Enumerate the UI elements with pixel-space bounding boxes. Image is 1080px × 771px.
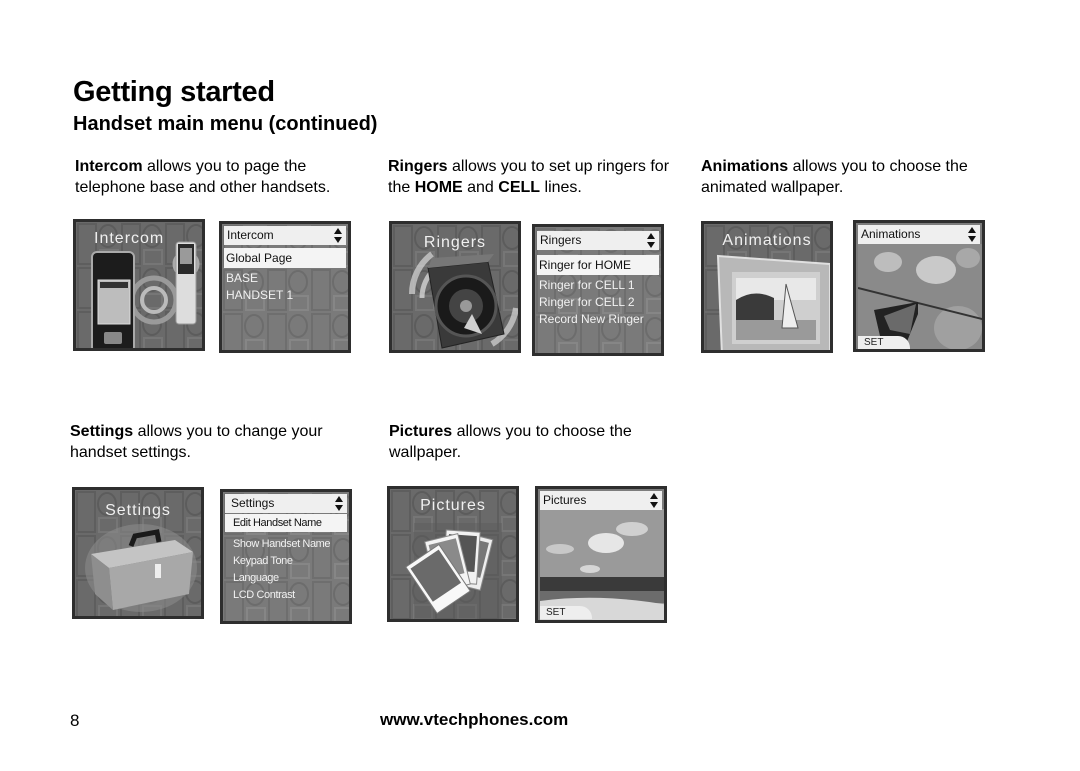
ringers-menu-header: Ringers — [537, 231, 659, 250]
set-softkey[interactable]: SET — [540, 606, 592, 619]
ringers-menu-screen: Ringers Ringer for HOME Ringer for CELL … — [532, 224, 664, 356]
menu-item[interactable]: Record New Ringer — [537, 311, 659, 328]
menu-item[interactable]: Ringer for CELL 2 — [537, 294, 659, 311]
pictures-menu-header: Pictures — [540, 491, 662, 510]
menu-item[interactable]: Ringer for CELL 1 — [537, 277, 659, 294]
menu-title: Intercom — [227, 228, 274, 242]
up-down-arrows-icon[interactable] — [335, 496, 343, 511]
ringers-icon-screen: Ringers — [389, 221, 521, 353]
up-down-arrows-icon[interactable] — [647, 233, 655, 248]
ringers-menu-list: Ringer for HOME Ringer for CELL 1 Ringer… — [537, 255, 659, 328]
pictures-icon-label: Pictures — [420, 497, 486, 514]
intercom-icon-screen: Intercom — [73, 219, 205, 351]
menu-item[interactable]: LCD Contrast — [225, 587, 347, 604]
home-term: HOME — [414, 179, 463, 196]
intercom-menu-header: Intercom — [224, 226, 346, 245]
intercom-menu-list: Global Page BASE HANDSET 1 — [224, 248, 346, 304]
pictures-term: Pictures — [389, 423, 453, 440]
animations-menu-screen: Animations SET — [853, 220, 985, 352]
intercom-icon-label: Intercom — [94, 230, 165, 247]
settings-menu-list: Edit Handset Name Show Handset Name Keyp… — [225, 514, 347, 604]
intercom-term: Intercom — [75, 158, 143, 175]
settings-icon-screen: Settings — [72, 487, 204, 619]
section-subtitle: Handset main menu (continued) — [73, 113, 378, 135]
settings-menu-header: Settings — [225, 494, 347, 513]
animations-term: Animations — [701, 158, 789, 175]
set-softkey[interactable]: SET — [858, 336, 910, 349]
settings-description: Settings allows you to change your hands… — [70, 421, 360, 463]
menu-item-selected[interactable]: Global Page — [224, 248, 346, 268]
menu-item[interactable]: Keypad Tone — [225, 553, 347, 570]
ringers-desc-text: and — [462, 179, 499, 196]
up-down-arrows-icon[interactable] — [968, 227, 976, 242]
ringers-description: Ringers allows you to set up ringers for… — [388, 156, 678, 198]
pictures-description: Pictures allows you to choose the wallpa… — [389, 421, 679, 463]
menu-title: Settings — [231, 496, 275, 510]
menu-item-selected[interactable]: Ringer for HOME — [537, 255, 659, 275]
animations-icon-screen: Animations — [701, 221, 833, 353]
settings-icon-label: Settings — [105, 502, 171, 519]
page-title: Getting started — [73, 76, 275, 108]
animations-description: Animations allows you to choose the anim… — [701, 156, 996, 198]
up-down-arrows-icon[interactable] — [650, 493, 658, 508]
intercom-description: Intercom allows you to page the telephon… — [75, 156, 365, 198]
animations-icon-label: Animations — [722, 232, 812, 249]
pictures-menu-screen: Pictures SET — [535, 486, 667, 623]
menu-item[interactable]: Language — [225, 570, 347, 587]
menu-title: Animations — [861, 227, 921, 241]
ringers-icon-label: Ringers — [423, 234, 487, 251]
menu-item[interactable]: HANDSET 1 — [224, 287, 346, 304]
ringers-desc-text: lines. — [540, 179, 582, 196]
settings-term: Settings — [70, 423, 134, 440]
animations-menu-header: Animations — [858, 225, 980, 244]
cell-term: CELL — [498, 179, 541, 196]
menu-title: Ringers — [540, 233, 582, 247]
up-down-arrows-icon[interactable] — [334, 228, 342, 243]
menu-title: Pictures — [543, 493, 587, 507]
settings-menu-screen: Settings Edit Handset Name Show Handset … — [220, 489, 352, 624]
pictures-icon-screen: Pictures — [387, 486, 519, 622]
website-url[interactable]: www.vtechphones.com — [380, 710, 568, 730]
menu-item[interactable]: BASE — [224, 270, 346, 287]
menu-item-selected[interactable]: Edit Handset Name — [225, 514, 347, 532]
menu-item[interactable]: Show Handset Name — [225, 536, 347, 553]
page-number: 8 — [70, 711, 80, 730]
intercom-menu-screen: Intercom Global Page BASE HANDSET 1 — [219, 221, 351, 353]
ringers-term: Ringers — [388, 158, 448, 175]
